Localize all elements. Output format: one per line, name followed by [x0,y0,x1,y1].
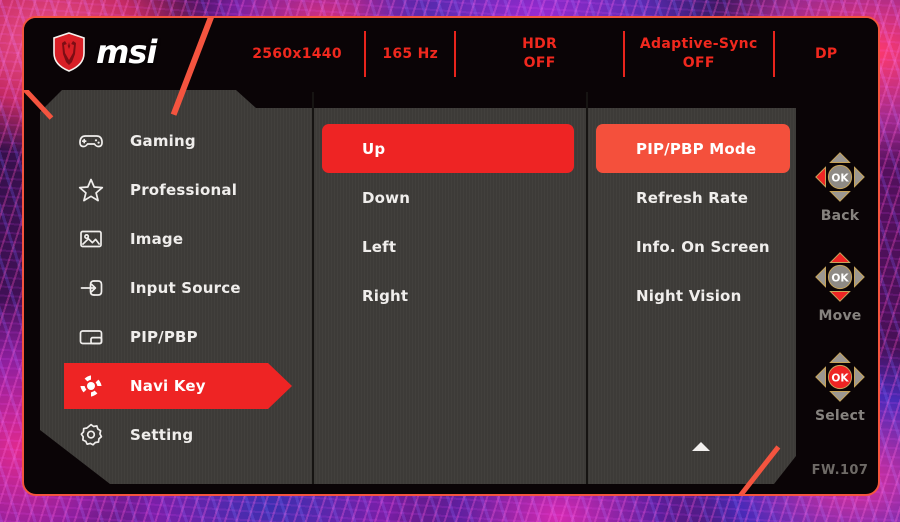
option-right[interactable]: Right [322,271,574,320]
option-refresh-rate[interactable]: Refresh Rate [596,173,790,222]
option-night-vision[interactable]: Night Vision [596,271,790,320]
sidebar-item-input-source[interactable]: Input Source [40,265,312,311]
sidebar-item-label: Input Source [130,279,241,297]
status-resolution-value: 2560x1440 [252,45,342,62]
sidebar-item-setting[interactable]: Setting [40,412,312,458]
firmware-version: FW.107 [811,463,869,478]
gamepad-icon [76,126,106,156]
hint-label: Back [820,208,860,224]
gear-icon [76,420,106,450]
msi-dragon-shield-icon [53,32,85,72]
hint-move: OK Move [811,248,869,324]
sidebar-item-label: Navi Key [130,377,206,395]
status-hdr-label: HDR [522,36,558,53]
svg-text:OK: OK [831,171,849,184]
triangle-up-icon[interactable] [692,442,710,451]
sidebar-item-gaming[interactable]: Gaming [40,118,312,164]
option-left[interactable]: Left [322,222,574,271]
status-adaptive-sync-label: Adaptive-Sync [639,36,758,53]
sidebar-item-label: Setting [130,426,194,444]
svg-text:OK: OK [831,271,849,284]
status-input-source-value: DP [815,45,838,62]
navi-key-icon [76,371,106,401]
sidebar-item-label: Professional [130,181,238,199]
sidebar-item-label: Gaming [130,132,196,150]
option-label: PIP/PBP Mode [636,139,757,158]
hint-label: Move [818,308,862,324]
option-label: Night Vision [636,286,742,305]
svg-text:OK: OK [831,371,849,384]
joystick-updown-icon: OK [815,252,865,302]
option-label: Left [362,237,397,256]
navi-key-assignment-list: PIP/PBP Mode Refresh Rate Info. On Scree… [596,124,792,320]
brand-wordmark: msi [96,33,157,71]
status-hdr: HDR OFF [454,31,623,77]
joystick-ok-icon: OK [815,352,865,402]
input-arrow-icon [76,273,106,303]
column-divider-1 [312,92,314,484]
option-info-on-screen[interactable]: Info. On Screen [596,222,790,271]
status-adaptive-sync: Adaptive-Sync OFF [622,31,773,77]
status-refresh-rate: 165 Hz [364,31,454,77]
joystick-left-icon: OK [815,152,865,202]
status-hdr-value: OFF [523,55,556,71]
option-pip-pbp-mode[interactable]: PIP/PBP Mode [596,124,790,173]
hint-label: Select [814,408,866,424]
sidebar-item-label: PIP/PBP [130,328,198,346]
picture-icon [76,224,106,254]
hint-back: OK Back [811,148,869,224]
option-label: Refresh Rate [636,188,749,207]
brand-logo: msi [52,32,157,72]
sidebar-item-label: Image [130,230,184,248]
navi-key-direction-list: Up Down Left Right [322,124,578,320]
status-bar: 2560x1440 165 Hz HDR OFF Adaptive-Sync O… [230,18,878,90]
star-icon [76,175,106,205]
sidebar-item-professional[interactable]: Professional [40,167,312,213]
pip-pbp-icon [76,322,106,352]
option-label: Up [362,139,386,158]
option-label: Info. On Screen [636,237,770,256]
option-label: Down [362,188,411,207]
sidebar-menu: Gaming Professional Image Input Source P… [40,118,312,461]
option-up[interactable]: Up [322,124,574,173]
osd-menu-window: msi 2560x1440 165 Hz HDR OFF Adaptive-Sy… [22,16,880,496]
navigation-hints-panel: OK Back OK Move OK Select FW.107 [798,90,878,494]
column-divider-2 [586,92,588,484]
option-label: Right [362,286,409,305]
sidebar-item-navi-key[interactable]: Navi Key [40,363,312,409]
status-refresh-rate-value: 165 Hz [382,45,439,62]
sidebar-item-pip-pbp[interactable]: PIP/PBP [40,314,312,360]
sidebar-item-image[interactable]: Image [40,216,312,262]
hint-select: OK Select [811,348,869,424]
osd-header: msi 2560x1440 165 Hz HDR OFF Adaptive-Sy… [24,18,878,116]
status-input-source: DP [772,31,878,77]
status-adaptive-sync-value: OFF [682,55,715,71]
option-down[interactable]: Down [322,173,574,222]
status-resolution: 2560x1440 [230,31,364,77]
